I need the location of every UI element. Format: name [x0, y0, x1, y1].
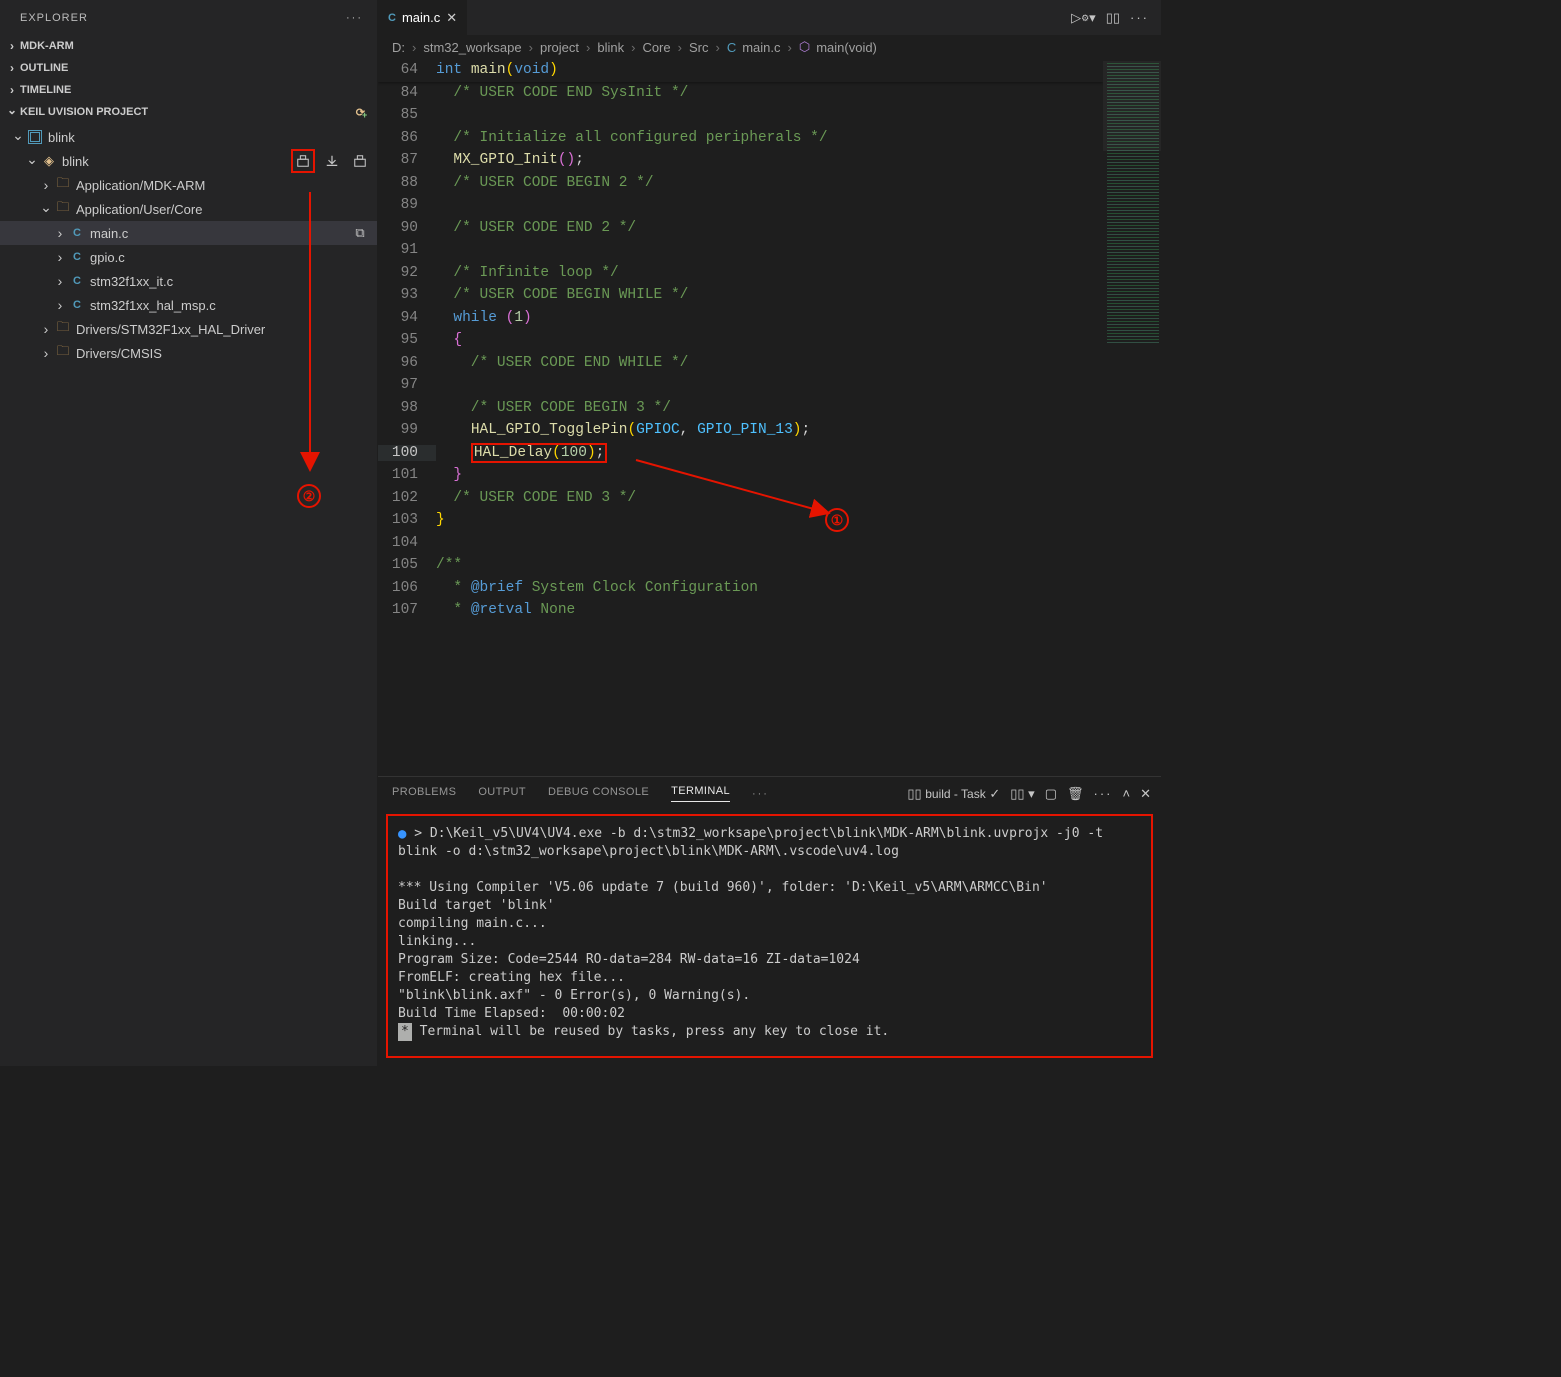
explorer-sidebar: EXPLORER ··· MDK-ARM OUTLINE TIMELINE KE… — [0, 0, 378, 1066]
folder-icon: 🗀 — [54, 174, 72, 196]
task-indicator[interactable]: ▯▯ build - Task ✓ — [907, 786, 1000, 802]
project-label: blink — [48, 130, 75, 145]
tab-terminal[interactable]: TERMINAL — [671, 785, 730, 802]
file-label: gpio.c — [90, 250, 125, 265]
tab-output[interactable]: OUTPUT — [478, 786, 526, 802]
c-file-icon: C — [68, 275, 86, 287]
c-file-icon: C — [68, 299, 86, 311]
file-gpio[interactable]: C gpio.c — [0, 245, 377, 269]
group-label: Application/User/Core — [76, 202, 202, 217]
file-msp[interactable]: C stm32f1xx_hal_msp.c — [0, 293, 377, 317]
folder-icon: 🗀 — [54, 318, 72, 340]
target-node[interactable]: ◈ blink — [0, 149, 377, 173]
build-icon — [296, 154, 310, 168]
tab-debug-console[interactable]: DEBUG CONSOLE — [548, 786, 649, 802]
explorer-more-icon[interactable]: ··· — [346, 12, 363, 24]
new-terminal-icon[interactable]: ▢ — [1045, 786, 1057, 802]
run-button[interactable]: ▷⚙▾ — [1071, 10, 1096, 26]
refresh-icon[interactable]: ⟳+ — [355, 104, 371, 120]
minimap[interactable] — [1103, 59, 1161, 776]
file-label: stm32f1xx_it.c — [90, 274, 173, 289]
kill-terminal-icon[interactable]: 🗑 — [1067, 786, 1084, 802]
tab-label: main.c — [402, 10, 440, 25]
code-editor[interactable]: 64 int main(void) 84 /* USER CODE END Sy… — [378, 59, 1103, 776]
group-label: Drivers/CMSIS — [76, 346, 162, 361]
file-it[interactable]: C stm32f1xx_it.c — [0, 269, 377, 293]
explorer-header: EXPLORER ··· — [0, 0, 377, 35]
editor-area: C main.c ✕ ▷⚙▾ ▯▯ ··· D:› stm32_worksape… — [378, 0, 1161, 1066]
target-icon: ◈ — [40, 153, 58, 169]
terminal-more-icon[interactable]: ··· — [1094, 786, 1113, 801]
folder-icon: 🗀 — [54, 342, 72, 364]
project-node[interactable]: blink — [0, 125, 377, 149]
folder-icon: 🗀 — [54, 198, 72, 220]
group-label: Drivers/STM32F1xx_HAL_Driver — [76, 322, 265, 337]
file-label: main.c — [90, 226, 128, 241]
tab-bar: C main.c ✕ ▷⚙▾ ▯▯ ··· — [378, 0, 1161, 35]
split-editor-icon[interactable]: ▯▯ — [1106, 10, 1120, 26]
group-cmsis[interactable]: 🗀 Drivers/CMSIS — [0, 341, 377, 365]
close-tab-icon[interactable]: ✕ — [446, 10, 457, 26]
build-button[interactable] — [291, 149, 315, 173]
target-label: blink — [62, 154, 89, 169]
breadcrumb[interactable]: D:› stm32_worksape› project› blink› Core… — [378, 35, 1161, 59]
project-icon — [28, 130, 42, 144]
c-file-icon: C — [68, 251, 86, 263]
project-tree: blink ◈ blink — [0, 123, 377, 1066]
c-file-icon: C — [68, 227, 86, 239]
section-keil-project[interactable]: KEIL UVISION PROJECT ⟳+ — [0, 101, 377, 123]
group-label: Application/MDK-ARM — [76, 178, 205, 193]
c-file-icon: C — [388, 12, 396, 24]
terminal-body[interactable]: ● > D:\Keil_v5\UV4\UV4.exe -b d:\stm32_w… — [386, 814, 1153, 1058]
symbol-icon: ⬡ — [799, 39, 810, 55]
group-mdkarm[interactable]: 🗀 Application/MDK-ARM — [0, 173, 377, 197]
section-timeline[interactable]: TIMELINE — [0, 79, 377, 101]
editor-more-icon[interactable]: ··· — [1130, 10, 1149, 26]
terminal-output: *** Using Compiler 'V5.06 update 7 (buil… — [398, 879, 1141, 897]
terminal-command: D:\Keil_v5\UV4\UV4.exe -b d:\stm32_works… — [398, 826, 1111, 859]
group-usercore[interactable]: 🗀 Application/User/Core — [0, 197, 377, 221]
file-main[interactable]: C main.c ⧉ — [0, 221, 377, 245]
download-button[interactable] — [321, 150, 343, 172]
c-file-icon: C — [727, 40, 736, 55]
tab-problems[interactable]: PROBLEMS — [392, 786, 456, 802]
panel-more-icon[interactable]: ··· — [752, 788, 769, 800]
panel-maximize-icon[interactable]: ˄ — [1123, 786, 1131, 801]
bottom-panel: PROBLEMS OUTPUT DEBUG CONSOLE TERMINAL ·… — [378, 776, 1161, 1066]
download-icon — [325, 154, 339, 168]
rebuild-button[interactable] — [349, 150, 371, 172]
section-mdk-arm[interactable]: MDK-ARM — [0, 35, 377, 57]
section-outline[interactable]: OUTLINE — [0, 57, 377, 79]
panel-close-icon[interactable]: ✕ — [1140, 786, 1151, 802]
file-label: stm32f1xx_hal_msp.c — [90, 298, 216, 313]
copy-path-icon[interactable]: ⧉ — [349, 222, 371, 244]
rebuild-icon — [353, 154, 367, 168]
group-hal[interactable]: 🗀 Drivers/STM32F1xx_HAL_Driver — [0, 317, 377, 341]
tab-main-c[interactable]: C main.c ✕ — [378, 0, 468, 35]
split-terminal-icon[interactable]: ▯▯ ▾ — [1010, 786, 1034, 802]
explorer-title: EXPLORER — [20, 12, 88, 24]
